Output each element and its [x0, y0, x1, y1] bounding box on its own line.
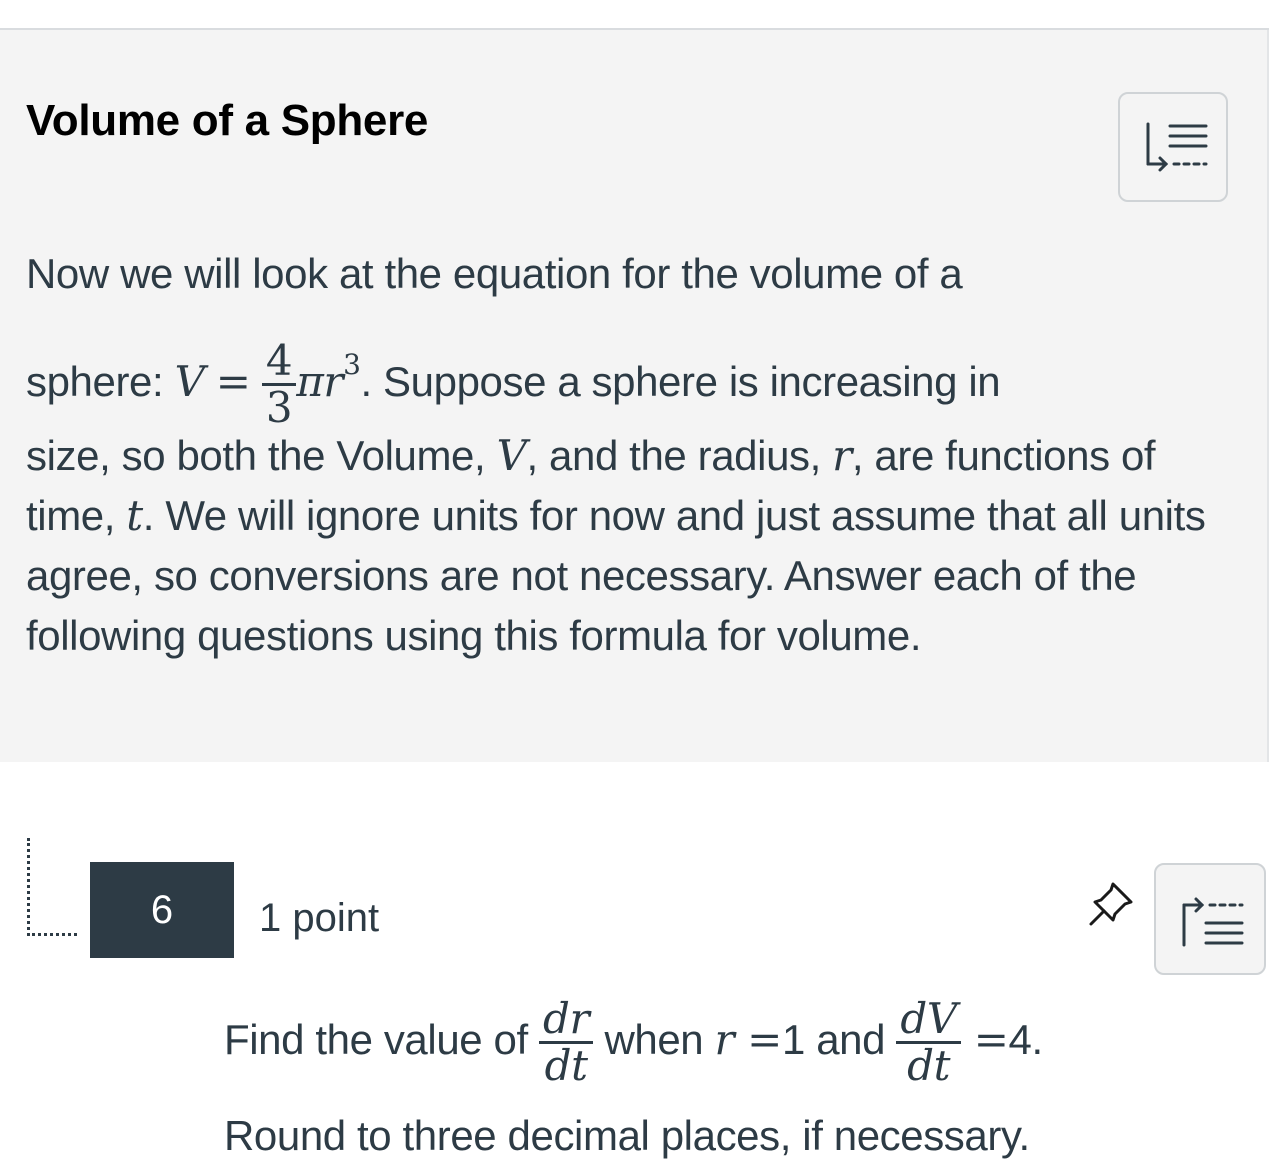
dv-dt-num: dV	[896, 997, 961, 1045]
stimulus-text: Now we will look at the equation for the…	[26, 244, 1236, 666]
dr-dt-num: dr	[539, 997, 594, 1045]
question-equals-2: =	[960, 1015, 1009, 1064]
question-flag-marker	[27, 838, 77, 936]
stimulus-radius-text: , and the radius,	[526, 432, 833, 479]
pin-icon	[1089, 882, 1133, 926]
eq-exponent: 3	[343, 348, 361, 381]
volume-equation-line: sphere: V = 4 3 πr3. Suppose a sphere is i…	[26, 314, 1236, 430]
stimulus-rest-text: . We will ignore units for now and just …	[26, 492, 1206, 659]
eq-pi-r: πr	[296, 357, 344, 406]
var-t: t	[126, 491, 143, 540]
stimulus-size-text: size, so both the Volume,	[26, 432, 497, 479]
eq-volume-var: V	[174, 357, 205, 406]
question-and-text: and	[804, 1016, 897, 1063]
question-instructions: Round to three decimal places, if necess…	[224, 1112, 1030, 1159]
pin-question-button[interactable]	[1083, 876, 1139, 932]
dr-dt-fraction: dr dt	[539, 997, 594, 1091]
question-line-1: Find the value of dr dt when r =1 and dV d…	[224, 978, 1264, 1102]
question-when-text: when	[593, 1016, 715, 1063]
collapse-list-icon	[1146, 122, 1208, 172]
stimulus-line-1: Now we will look at the equation for the…	[26, 250, 963, 297]
expand-question-button[interactable]	[1154, 863, 1266, 975]
collapse-stimulus-button[interactable]	[1118, 92, 1228, 202]
stimulus-sphere-label: sphere:	[26, 358, 175, 405]
eq-fraction-den: 3	[265, 383, 293, 433]
question-points: 1 point	[259, 896, 380, 940]
stimulus-title: Volume of a Sphere	[26, 96, 429, 145]
stimulus-suppose: . Suppose a sphere is increasing in	[360, 358, 1001, 405]
eq-fraction-num: 4	[261, 339, 297, 387]
expand-list-icon	[1182, 897, 1244, 947]
question-var-r: r	[714, 1015, 735, 1064]
eq-equals: =	[215, 357, 251, 406]
question-number: 6	[90, 862, 234, 958]
eq-fraction: 43	[261, 339, 297, 433]
question-dv-value: 4.	[1008, 1016, 1044, 1063]
question-r-value: 1	[781, 1016, 805, 1063]
dv-dt-den: dt	[907, 1041, 951, 1091]
var-r: r	[832, 431, 852, 480]
dv-dt-fraction: dV dt	[896, 997, 961, 1091]
dr-dt-den: dt	[544, 1041, 588, 1091]
question-equals-1: =	[734, 1015, 782, 1064]
question-find-text: Find the value of	[224, 1016, 539, 1063]
stimulus-panel: Volume of a Sphere Now we will look at t…	[0, 30, 1269, 762]
question-text: Find the value of dr dt when r =1 and dV d…	[224, 978, 1264, 1166]
var-V: V	[496, 431, 527, 480]
